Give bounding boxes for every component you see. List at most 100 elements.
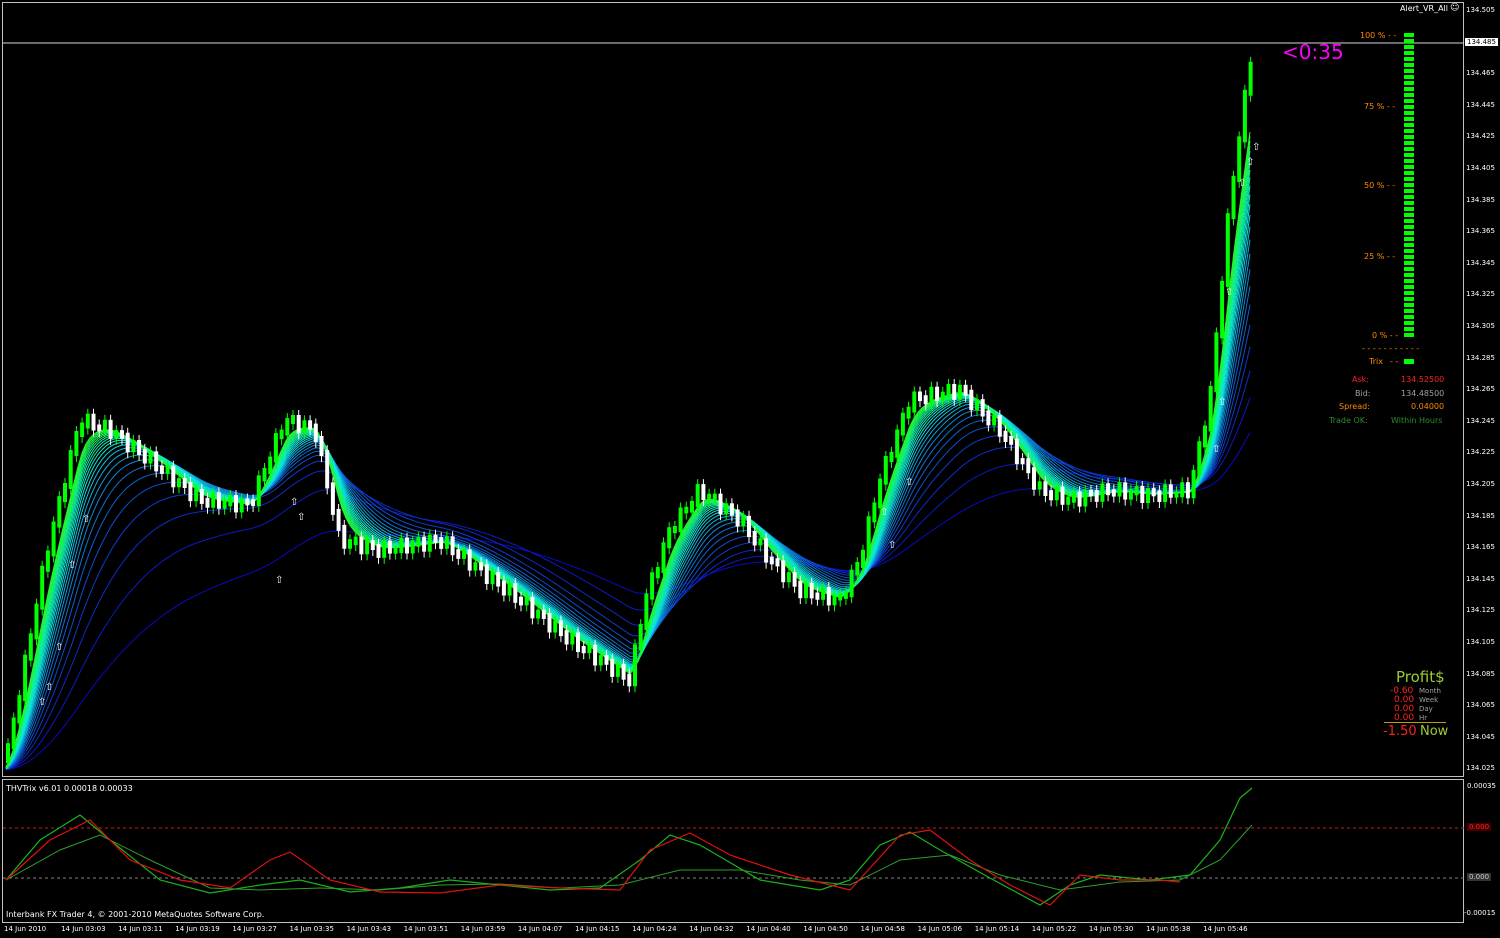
profit-divider <box>1384 722 1446 723</box>
ribbon-line <box>5 253 1251 770</box>
ask-value: 134.52500 <box>1401 375 1445 384</box>
price-tick: 134.285 <box>1466 353 1495 362</box>
gauge-segment <box>1404 201 1414 205</box>
gauge-segment <box>1404 219 1414 223</box>
indicator-label: Alert_VR_All <box>1400 4 1448 13</box>
profit-now-label: Now <box>1420 724 1449 739</box>
price-tick: 134.065 <box>1466 701 1495 710</box>
gauge-segment <box>1404 93 1414 97</box>
time-tick: 14 Jun 05:38 <box>1146 925 1191 933</box>
up-arrow-icon: ⇧ <box>1252 142 1260 153</box>
bid-value: 134.48500 <box>1401 389 1445 398</box>
gauge-segment <box>1404 69 1414 73</box>
trix-signal-line <box>5 824 1253 891</box>
gauge-dashes: - - - - - - - - - - - <box>1362 344 1420 353</box>
gauge-level-label: 50 % - - <box>1364 181 1396 190</box>
gauge-segment <box>1404 75 1414 79</box>
gauge-segment <box>1404 183 1414 187</box>
profit-title: Profit$ <box>1396 668 1445 686</box>
gauge-segment <box>1404 81 1414 85</box>
gauge-segment <box>1404 267 1414 271</box>
gauge-segment <box>1404 279 1414 283</box>
countdown-timer: <0:35 <box>1282 40 1344 64</box>
up-arrow-icon: ⇧ <box>297 512 305 523</box>
time-tick: 14 Jun 04:50 <box>803 925 848 933</box>
up-arrow-icon: ⇧ <box>1225 287 1233 298</box>
time-tick: 14 Jun 2010 <box>4 925 47 933</box>
ribbon-line <box>5 269 1251 770</box>
subchart-axis-bottom: -0.00015 <box>1464 909 1496 917</box>
gauge-level-label: 25 % - - <box>1364 252 1396 261</box>
price-tick: 134.145 <box>1466 574 1495 583</box>
subchart-level-red: 0.000 <box>1467 823 1492 831</box>
price-tick: 134.185 <box>1466 511 1495 520</box>
gauge-segment <box>1404 117 1414 121</box>
price-tick: 134.425 <box>1466 132 1495 141</box>
up-arrow-icon: ⇧ <box>905 477 913 488</box>
trix-green-line <box>5 787 1253 906</box>
ribbon-line <box>5 346 1251 770</box>
gauge-level-label: 100 % - - <box>1360 31 1397 40</box>
time-tick: 14 Jun 03:43 <box>346 925 392 933</box>
price-tick: 134.385 <box>1466 195 1495 204</box>
time-tick: 14 Jun 04:24 <box>632 925 677 933</box>
up-arrow-icon: ⇧ <box>55 642 63 653</box>
time-tick: 14 Jun 04:07 <box>517 925 563 933</box>
time-tick: 14 Jun 05:14 <box>974 925 1020 933</box>
price-chart: ⇧⇧⇧⇧⇧⇧⇧⇧ ⇧⇧⇧⇧⇧⇧⇧⇧⇧ <box>3 42 1464 906</box>
gauge-segment <box>1404 255 1414 259</box>
bid-label: Bid: <box>1355 389 1371 398</box>
trade-ok-label: Trade OK: <box>1329 416 1368 425</box>
up-arrow-icon: ⇧ <box>880 507 888 518</box>
current-price-tag: 134.485 <box>1465 38 1498 46</box>
ribbon-line <box>5 304 1251 770</box>
profit-hr-label: Hr <box>1419 714 1428 722</box>
ribbon-line <box>5 286 1251 770</box>
gauge-segment <box>1404 333 1414 337</box>
price-tick: 134.125 <box>1466 606 1495 615</box>
up-arrow-icon: ⇧ <box>1212 444 1220 455</box>
gauge-segment <box>1404 51 1414 55</box>
gauge-segment <box>1404 129 1414 133</box>
gauge-segment <box>1404 45 1414 49</box>
spread-label: Spread: <box>1339 402 1370 411</box>
price-tick: 134.165 <box>1466 543 1495 552</box>
gauge-segment <box>1404 285 1414 289</box>
gauge-segment <box>1404 225 1414 229</box>
up-arrow-icon: ⇧ <box>275 575 283 586</box>
gauge-segment <box>1404 141 1414 145</box>
time-tick: 14 Jun 03:19 <box>175 925 220 933</box>
ribbon-line <box>5 140 1251 768</box>
price-tick: 134.505 <box>1466 6 1495 14</box>
time-tick: 14 Jun 05:06 <box>917 925 963 933</box>
time-tick: 14 Jun 04:32 <box>689 925 734 933</box>
time-tick: 14 Jun 03:11 <box>118 925 163 933</box>
profit-rows: -0.60 Month 0.00 Week 0.00 Day 0.00 Hr <box>1382 686 1442 723</box>
candles <box>6 56 1253 769</box>
ribbon-line <box>5 397 1251 771</box>
gauge-segment <box>1404 147 1414 151</box>
smiley-icon[interactable]: ☺ <box>1450 3 1459 13</box>
subchart-title: THVTrix v6.01 0.00018 0.00033 <box>6 784 133 793</box>
time-tick: 14 Jun 05:46 <box>1203 925 1248 933</box>
gauge-segment <box>1404 291 1414 295</box>
price-tick: 134.025 <box>1466 764 1495 773</box>
ribbon-line <box>5 324 1251 770</box>
profit-day-label: Day <box>1419 705 1433 713</box>
gauge-segment <box>1404 165 1414 169</box>
copyright-text: Interbank FX Trader 4, © 2001-2010 MetaQ… <box>6 910 265 919</box>
time-tick: 14 Jun 05:30 <box>1088 925 1134 933</box>
gauge-segment <box>1404 213 1414 217</box>
up-arrow-icon: ⇧ <box>38 697 46 708</box>
profit-now-value: -1.50 <box>1383 724 1417 739</box>
time-tick: 14 Jun 04:58 <box>860 925 905 933</box>
gauge-segment <box>1404 159 1414 163</box>
up-arrow-icon: ⇧ <box>290 497 298 508</box>
up-arrow-icon: ⇧ <box>1246 157 1254 168</box>
up-arrow-icon: ⇧ <box>1218 397 1226 408</box>
chart-window[interactable]: ⇧ ⇧ ⇧ ⇧ ⇧ ⇧ ⇧ ⇧ ⇧ ⇧ ⇧ ⇧ ⇧ ⇧ ⇧ ⇧ ⇧ Alert_VR_All ☺ <0:35 1… <box>0 0 1500 938</box>
gauge-segment <box>1404 243 1414 247</box>
gauge-segment <box>1404 207 1414 211</box>
trix-label: Trix <box>1369 357 1383 366</box>
gauge-segment <box>1404 87 1414 91</box>
